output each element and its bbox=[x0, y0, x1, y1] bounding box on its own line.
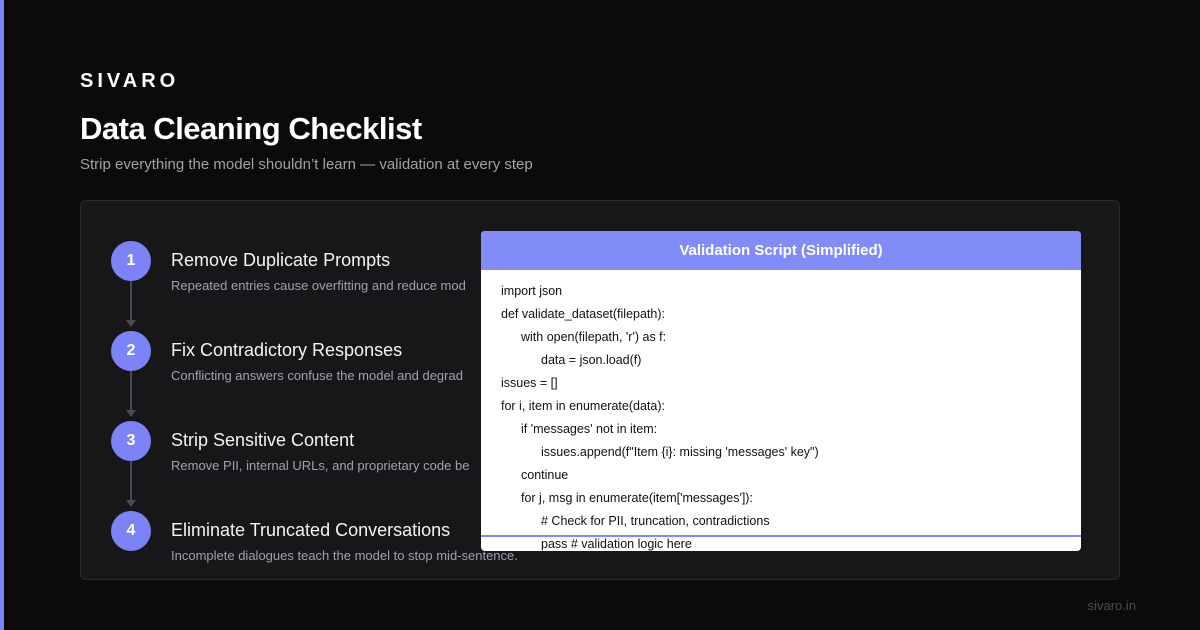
code-card-title: Validation Script (Simplified) bbox=[481, 231, 1081, 270]
code-line: for i, item in enumerate(data): bbox=[501, 399, 665, 413]
step-connector-arrow bbox=[126, 281, 136, 327]
code-line: if 'messages' not in item: bbox=[521, 422, 658, 436]
step-title: Remove Duplicate Prompts bbox=[171, 250, 391, 270]
step-connector-arrow bbox=[126, 461, 136, 507]
step-number-badge: 2 bbox=[111, 331, 151, 371]
code-block[interactable]: import json def validate_dataset(filepath… bbox=[481, 270, 1081, 551]
step-title: Strip Sensitive Content bbox=[171, 430, 355, 450]
page-title: Data Cleaning Checklist bbox=[80, 111, 422, 146]
checklist-panel: 1 Remove Duplicate Prompts Repeated entr… bbox=[80, 200, 1120, 580]
left-accent-bar bbox=[0, 0, 4, 630]
step-title: Eliminate Truncated Conversations bbox=[171, 520, 451, 540]
code-line: pass # validation logic here bbox=[541, 537, 692, 551]
step-description: Remove PII, internal URLs, and proprieta… bbox=[171, 458, 470, 473]
step-title: Fix Contradictory Responses bbox=[171, 340, 403, 360]
code-line: issues = [] bbox=[501, 376, 558, 390]
step-number-badge: 1 bbox=[111, 241, 151, 281]
code-line: continue bbox=[521, 468, 569, 482]
step-description: Conflicting answers confuse the model an… bbox=[171, 368, 463, 383]
slide: SIVARO Data Cleaning Checklist Strip eve… bbox=[0, 0, 1200, 630]
code-line: issues.append(f"Item {i}: missing 'messa… bbox=[541, 445, 819, 459]
step-description: Incomplete dialogues teach the model to … bbox=[171, 548, 518, 563]
code-card: Validation Script (Simplified) import js… bbox=[481, 231, 1081, 551]
code-line: for j, msg in enumerate(item['messages']… bbox=[521, 491, 753, 505]
step-description: Repeated entries cause overfitting and r… bbox=[171, 278, 466, 293]
code-line: def validate_dataset(filepath): bbox=[501, 307, 665, 321]
scroll-indicator-line bbox=[481, 535, 1081, 537]
step-number-badge: 3 bbox=[111, 421, 151, 461]
step-connector-arrow bbox=[126, 371, 136, 417]
code-line: with open(filepath, 'r') as f: bbox=[521, 330, 667, 344]
brand-logo: SIVARO bbox=[80, 70, 180, 92]
step-number-badge: 4 bbox=[111, 511, 151, 551]
code-line: data = json.load(f) bbox=[541, 353, 642, 367]
footer-url: sivaro.in bbox=[1087, 598, 1136, 613]
code-line: import json bbox=[501, 284, 563, 298]
page-subtitle: Strip everything the model shouldn’t lea… bbox=[80, 156, 533, 173]
code-line: # Check for PII, truncation, contradicti… bbox=[541, 514, 770, 528]
